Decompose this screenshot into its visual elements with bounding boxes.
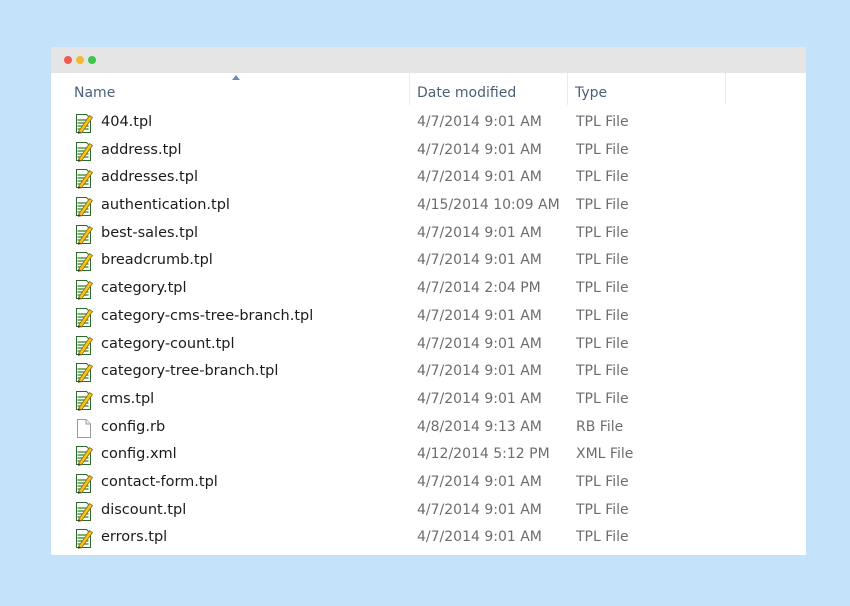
file-date-modified: 4/8/2014 9:13 AM — [417, 418, 542, 435]
file-list: 404.tpl 4/7/2014 9:01 AM TPL File address.… — [51, 109, 806, 552]
file-explorer-window: Name Date modified Type 404.tpl 4/7/2014 … — [51, 47, 806, 555]
file-row[interactable]: category-count.tpl 4/7/2014 9:01 AM TPL Fi… — [51, 331, 806, 359]
file-type: TPL File — [576, 114, 629, 130]
file-date-modified: 4/7/2014 9:01 AM — [417, 141, 542, 158]
file-date-modified: 4/7/2014 9:01 AM — [417, 529, 542, 546]
zoom-window-button[interactable] — [88, 56, 96, 64]
blank-file-icon — [73, 417, 95, 439]
minimize-window-button[interactable] — [76, 56, 84, 64]
column-header-date-modified[interactable]: Date modified — [417, 73, 567, 105]
tpl-file-icon — [73, 527, 95, 550]
file-date-modified: 4/7/2014 9:01 AM — [417, 363, 542, 380]
tpl-file-icon — [73, 167, 95, 190]
file-type: XML File — [576, 446, 634, 463]
file-date-modified: 4/7/2014 9:01 AM — [417, 501, 542, 518]
column-header-row: Name Date modified Type — [51, 73, 806, 105]
file-type: TPL File — [576, 197, 629, 214]
file-type: TPL File — [576, 335, 629, 352]
column-divider[interactable] — [725, 73, 726, 105]
tpl-file-icon — [73, 278, 95, 300]
file-date-modified: 4/7/2014 2:04 PM — [417, 280, 541, 297]
file-date-modified: 4/7/2014 9:01 AM — [417, 390, 542, 407]
file-row[interactable]: addresses.tpl 4/7/2014 9:01 AM TPL File — [51, 164, 806, 192]
file-name: category.tpl — [101, 280, 187, 297]
file-type: TPL File — [576, 141, 629, 158]
file-date-modified: 4/12/2014 5:12 PM — [417, 446, 550, 463]
tpl-file-icon — [73, 306, 95, 328]
file-row[interactable]: discount.tpl 4/7/2014 9:01 AM TPL File — [51, 497, 806, 525]
file-name: best-sales.tpl — [101, 224, 199, 241]
file-name: category-tree-branch.tpl — [101, 363, 279, 380]
file-row[interactable]: errors.tpl 4/7/2014 9:01 AM TPL File — [51, 524, 806, 552]
tpl-file-icon — [73, 334, 95, 356]
tpl-file-icon — [73, 140, 95, 162]
file-row[interactable]: category-cms-tree-branch.tpl 4/7/2014 9:0… — [51, 303, 806, 331]
file-name: address.tpl — [101, 141, 182, 158]
file-row[interactable]: contact-form.tpl 4/7/2014 9:01 AM TPL File — [51, 469, 806, 497]
file-name: breadcrumb.tpl — [101, 252, 213, 269]
tpl-file-icon — [73, 472, 95, 494]
column-header-type[interactable]: Type — [575, 73, 725, 105]
file-type: TPL File — [576, 501, 629, 518]
file-date-modified: 4/7/2014 9:01 AM — [417, 114, 542, 130]
file-date-modified: 4/7/2014 9:01 AM — [417, 473, 542, 490]
close-window-button[interactable] — [64, 56, 72, 64]
file-name: discount.tpl — [101, 501, 187, 518]
file-name: contact-form.tpl — [101, 473, 218, 490]
window-titlebar — [51, 47, 806, 73]
file-name: authentication.tpl — [101, 197, 230, 214]
file-type: TPL File — [576, 363, 629, 380]
file-row[interactable]: best-sales.tpl 4/7/2014 9:01 AM TPL File — [51, 220, 806, 248]
tpl-file-icon — [73, 361, 95, 383]
file-row[interactable]: breadcrumb.tpl 4/7/2014 9:01 AM TPL File — [51, 247, 806, 275]
file-type: TPL File — [576, 169, 629, 186]
file-date-modified: 4/7/2014 9:01 AM — [417, 252, 542, 269]
tpl-file-icon — [73, 250, 95, 273]
column-divider[interactable] — [409, 73, 410, 105]
file-date-modified: 4/7/2014 9:01 AM — [417, 335, 542, 352]
file-date-modified: 4/15/2014 10:09 AM — [417, 197, 560, 214]
file-name: config.xml — [101, 446, 177, 463]
column-header-name[interactable]: Name — [74, 73, 409, 105]
file-name: category-count.tpl — [101, 335, 235, 352]
file-type: TPL File — [576, 307, 629, 324]
file-name: 404.tpl — [101, 114, 153, 130]
file-row[interactable]: config.rb 4/8/2014 9:13 AM RB File — [51, 414, 806, 442]
file-type: TPL File — [576, 224, 629, 241]
file-name: errors.tpl — [101, 529, 168, 546]
file-date-modified: 4/7/2014 9:01 AM — [417, 169, 542, 186]
file-row[interactable]: category-tree-branch.tpl 4/7/2014 9:01 AM… — [51, 358, 806, 386]
file-name: category-cms-tree-branch.tpl — [101, 307, 314, 324]
file-type: TPL File — [576, 252, 629, 269]
file-type: RB File — [576, 418, 624, 435]
tpl-file-icon — [73, 500, 95, 522]
file-row[interactable]: config.xml 4/12/2014 5:12 PM XML File — [51, 441, 806, 469]
tpl-file-icon — [73, 444, 95, 467]
tpl-file-icon — [73, 389, 95, 411]
file-row[interactable]: authentication.tpl 4/15/2014 10:09 AM TPL … — [51, 192, 806, 220]
file-type: TPL File — [576, 529, 629, 546]
file-row[interactable]: 404.tpl 4/7/2014 9:01 AM TPL File — [51, 109, 806, 137]
file-name: config.rb — [101, 418, 166, 435]
tpl-file-icon — [73, 223, 95, 245]
file-date-modified: 4/7/2014 9:01 AM — [417, 224, 542, 241]
file-name: cms.tpl — [101, 390, 155, 407]
file-row[interactable]: cms.tpl 4/7/2014 9:01 AM TPL File — [51, 386, 806, 414]
file-row[interactable]: category.tpl 4/7/2014 2:04 PM TPL File — [51, 275, 806, 303]
file-type: TPL File — [576, 280, 629, 297]
tpl-file-icon — [73, 112, 95, 134]
file-type: TPL File — [576, 390, 629, 407]
file-date-modified: 4/7/2014 9:01 AM — [417, 307, 542, 324]
column-divider[interactable] — [567, 73, 568, 105]
file-type: TPL File — [576, 473, 629, 490]
file-name: addresses.tpl — [101, 169, 198, 186]
file-row[interactable]: address.tpl 4/7/2014 9:01 AM TPL File — [51, 137, 806, 165]
tpl-file-icon — [73, 195, 95, 217]
